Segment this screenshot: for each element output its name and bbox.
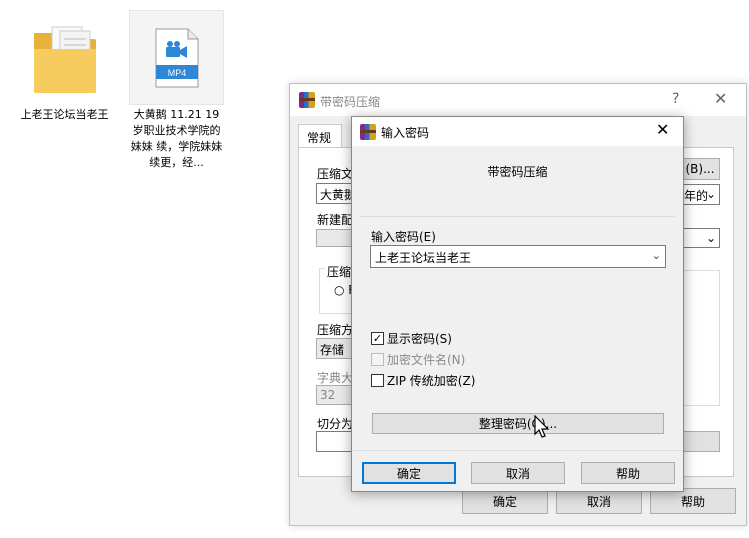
mp4-badge: MP4 xyxy=(167,68,186,78)
dialog-heading: 带密码压缩 xyxy=(487,165,548,179)
zip-legacy-label: ZIP 传统加密(Z) xyxy=(387,374,476,388)
winrar-icon xyxy=(299,92,315,108)
method-select[interactable]: 存储 xyxy=(316,338,356,359)
winrar-icon xyxy=(360,124,376,140)
tab-general[interactable]: 常规 xyxy=(298,124,342,148)
set-password-button[interactable] xyxy=(680,431,720,452)
bg-dialog-title: 带密码压缩 xyxy=(320,95,381,109)
organize-passwords-button[interactable]: 整理密码(O)... xyxy=(372,413,664,434)
folder-icon xyxy=(17,10,112,105)
close-icon[interactable]: ✕ xyxy=(714,89,727,108)
ok-button[interactable]: 确定 xyxy=(362,462,456,484)
profile-label: 新建配 xyxy=(317,213,354,227)
profile-button[interactable] xyxy=(316,229,356,247)
encrypt-filenames-checkbox: 加密文件名(N) xyxy=(371,351,465,368)
checkmark-icon: ✓ xyxy=(371,332,384,345)
option-select[interactable]: ⌄ xyxy=(680,228,720,248)
update-mode-select[interactable]: 年的 ⌄ xyxy=(680,184,720,205)
archive-name-label: 压缩文 xyxy=(317,167,354,181)
dialog-title: 输入密码 xyxy=(381,126,430,140)
chevron-down-icon: ⌄ xyxy=(705,231,716,245)
desktop-video-item[interactable]: MP4 大黄鹅 11.21 19岁职业技术学院的妹妹 续，学院妹妹续更，经... xyxy=(129,10,224,171)
chevron-down-icon[interactable]: ⌄ xyxy=(652,249,661,262)
method-label: 压缩方 xyxy=(317,323,354,337)
password-label: 输入密码(E) xyxy=(371,230,436,244)
help-button[interactable]: 帮助 xyxy=(581,462,675,484)
mouse-pointer-icon xyxy=(533,414,551,442)
divider xyxy=(352,450,683,451)
bg-titlebar: 带密码压缩 ? ✕ xyxy=(290,84,746,116)
video-file-icon: MP4 xyxy=(129,10,224,105)
split-field[interactable] xyxy=(316,431,356,452)
password-value: 上老王论坛当老王 xyxy=(375,251,472,265)
update-mode-value: 年的 xyxy=(684,189,709,203)
show-password-checkbox[interactable]: ✓ 显示密码(S) xyxy=(371,330,452,347)
folder-label: 上老王论坛当老王 xyxy=(20,108,109,121)
split-label: 切分为 xyxy=(317,417,354,431)
dict-label: 字典大 xyxy=(317,371,354,385)
enter-password-dialog: 输入密码 ✕ 带密码压缩 输入密码(E) 上老王论坛当老王 ⌄ ✓ 显示密码(S… xyxy=(351,116,684,492)
chevron-down-icon: ⌄ xyxy=(705,187,716,201)
dict-select: 32 xyxy=(316,385,356,405)
dlg-titlebar: 输入密码 ✕ xyxy=(352,117,683,146)
zip-legacy-checkbox[interactable]: ZIP 传统加密(Z) xyxy=(371,372,475,389)
show-password-label: 显示密码(S) xyxy=(387,332,452,346)
divider xyxy=(360,216,675,217)
format-label: 压缩 xyxy=(325,263,354,280)
browse-button[interactable]: (B)... xyxy=(680,158,720,180)
close-icon[interactable]: ✕ xyxy=(656,120,669,139)
help-icon[interactable]: ? xyxy=(672,91,679,107)
cancel-button[interactable]: 取消 xyxy=(471,462,565,484)
video-label: 大黄鹅 11.21 19岁职业技术学院的妹妹 续，学院妹妹续更，经... xyxy=(130,108,223,169)
desktop-folder-item[interactable]: 上老王论坛当老王 xyxy=(17,10,112,123)
encrypt-filenames-label: 加密文件名(N) xyxy=(387,353,466,367)
password-input[interactable]: 上老王论坛当老王 ⌄ xyxy=(370,245,666,268)
options-group xyxy=(680,270,720,406)
